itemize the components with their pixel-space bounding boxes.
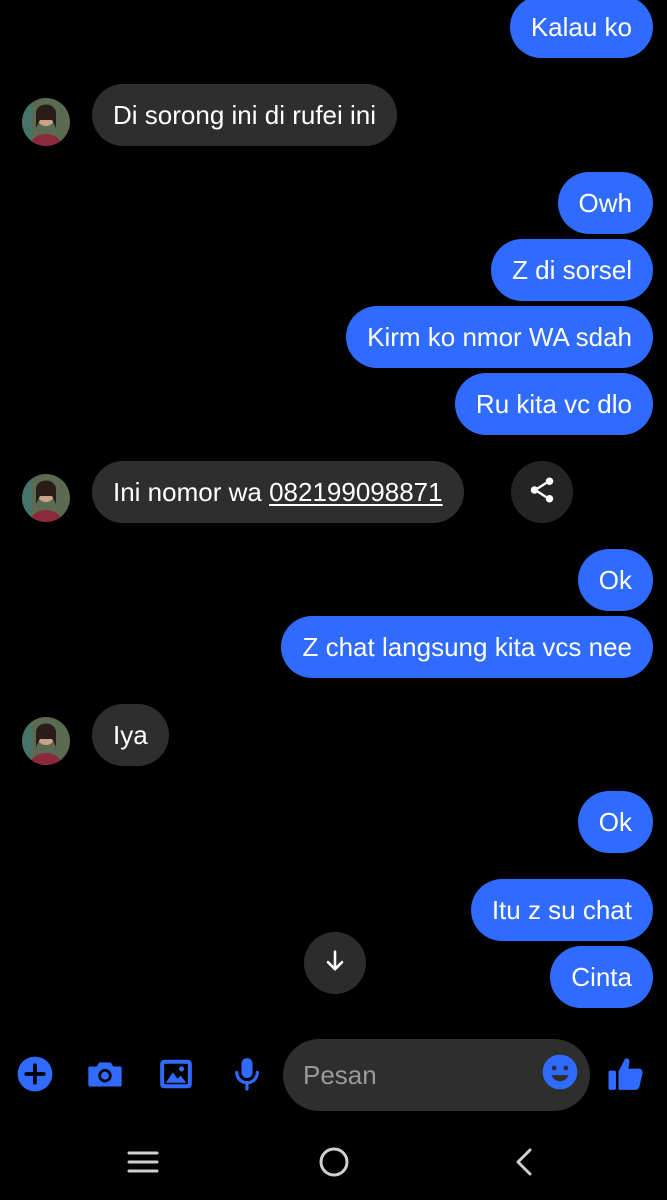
outgoing-message[interactable]: Z di sorsel	[491, 239, 653, 301]
message-text: Itu z su chat	[491, 895, 632, 925]
message-text: Ok	[598, 807, 632, 837]
outgoing-message[interactable]: Kalau ko	[509, 0, 653, 58]
message-text: Z chat langsung kita vcs nee	[302, 632, 632, 662]
message-text: Kirm ko nmor WA sdah	[367, 322, 632, 352]
message-text: Z di sorsel	[512, 255, 632, 285]
recent-apps-icon	[126, 1147, 160, 1182]
contact-avatar[interactable]	[22, 474, 70, 522]
emoji-button[interactable]	[540, 1054, 580, 1094]
contact-avatar[interactable]	[22, 98, 70, 146]
camera-icon	[85, 1054, 125, 1099]
message-text: Kalau ko	[530, 12, 632, 42]
incoming-message[interactable]: Di sorong ini di rufei ini	[92, 84, 398, 146]
outgoing-message[interactable]: Cinta	[550, 946, 653, 1008]
outgoing-message[interactable]: Z chat langsung kita vcs nee	[281, 616, 653, 678]
outgoing-message[interactable]: Ok	[577, 791, 653, 853]
emoji-icon	[541, 1053, 579, 1096]
message-text: Ini nomor wa	[113, 477, 270, 507]
message-text: Cinta	[571, 962, 632, 992]
outgoing-message[interactable]: Itu z su chat	[470, 879, 653, 941]
add-button[interactable]	[13, 1054, 57, 1098]
recent-apps-button[interactable]	[121, 1142, 165, 1186]
message-text: Ok	[598, 565, 632, 595]
camera-button[interactable]	[83, 1054, 127, 1098]
incoming-message[interactable]: Ini nomor wa 082199098871	[92, 461, 464, 523]
phone-number-link[interactable]: 082199098871	[269, 477, 443, 507]
message-input-placeholder: Pesan	[303, 1060, 377, 1090]
add-icon	[16, 1055, 54, 1098]
share-button[interactable]	[511, 461, 573, 523]
outgoing-message[interactable]: Ok	[577, 549, 653, 611]
arrow-down-icon	[321, 947, 349, 980]
thumbs-up-icon	[606, 1054, 646, 1099]
gallery-icon	[157, 1055, 195, 1098]
message-text: Iya	[113, 720, 148, 750]
message-text: Owh	[578, 188, 632, 218]
message-text: Ru kita vc dlo	[475, 389, 632, 419]
like-button[interactable]	[604, 1054, 648, 1098]
scroll-to-bottom-button[interactable]	[304, 932, 366, 994]
message-text: Di sorong ini di rufei ini	[113, 100, 377, 130]
back-icon	[510, 1145, 540, 1184]
home-icon	[317, 1145, 351, 1184]
outgoing-message[interactable]: Ru kita vc dlo	[454, 373, 653, 435]
outgoing-message[interactable]: Owh	[557, 172, 653, 234]
microphone-icon	[228, 1055, 266, 1098]
contact-avatar[interactable]	[22, 717, 70, 765]
outgoing-message[interactable]: Kirm ko nmor WA sdah	[346, 306, 653, 368]
gallery-button[interactable]	[154, 1054, 198, 1098]
back-button[interactable]	[503, 1142, 547, 1186]
home-button[interactable]	[312, 1142, 356, 1186]
share-icon	[527, 475, 557, 510]
incoming-message[interactable]: Iya	[92, 704, 169, 766]
voice-button[interactable]	[225, 1054, 269, 1098]
